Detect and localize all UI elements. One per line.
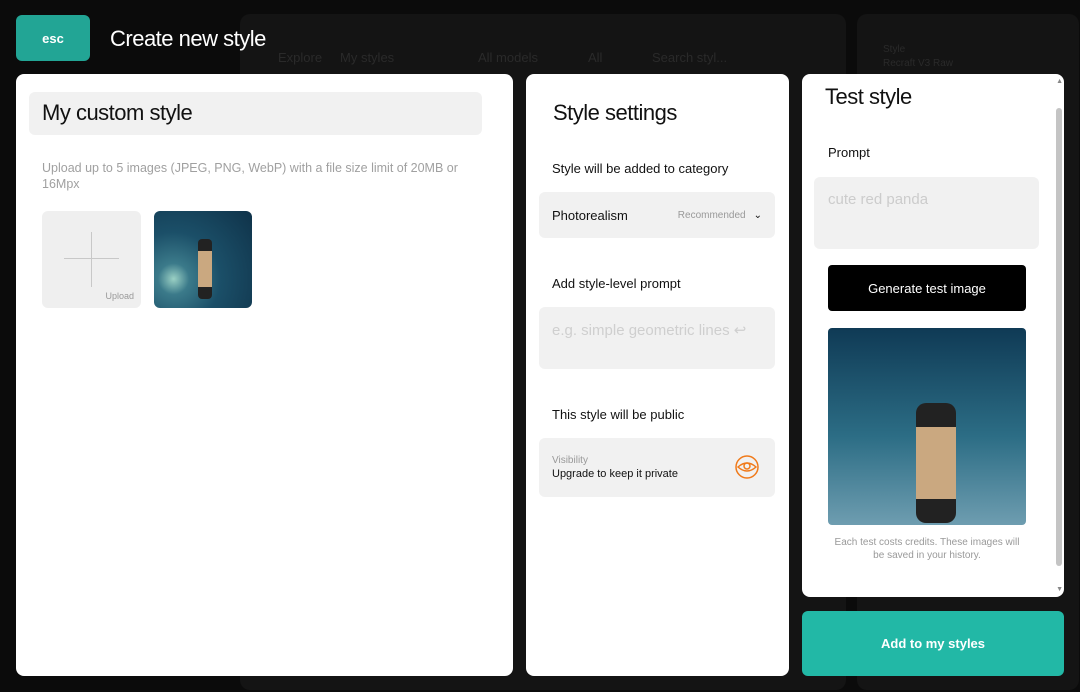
visibility-card[interactable]: Visibility Upgrade to keep it private: [539, 438, 775, 497]
chevron-down-icon: ⌄: [753, 209, 762, 221]
bg-tab-my-styles: My styles: [340, 50, 395, 65]
category-label: Style will be added to category: [552, 161, 729, 176]
enter-icon: ↩: [733, 322, 747, 339]
bg-search: Search styl...: [652, 50, 728, 65]
test-style-panel: Test style Prompt cute red panda Generat…: [802, 74, 1064, 597]
upload-button[interactable]: Upload: [42, 211, 141, 308]
generate-test-image-button[interactable]: Generate test image: [828, 265, 1026, 311]
prompt-label: Add style-level prompt: [552, 276, 681, 291]
upload-hint: Upload up to 5 images (JPEG, PNG, WebP) …: [42, 161, 458, 191]
bg-filter-models: All models: [478, 50, 538, 65]
style-name-input[interactable]: My custom style: [29, 92, 482, 135]
uploaded-image-thumbnail[interactable]: [154, 211, 252, 308]
test-prompt-input[interactable]: cute red panda: [814, 177, 1039, 249]
eye-icon[interactable]: [735, 455, 759, 479]
bg-style-name: Recraft V3 Raw: [883, 58, 954, 69]
bg-tab-explore: Explore: [278, 50, 323, 65]
category-select[interactable]: Photorealism Recommended ⌄: [539, 192, 775, 238]
visibility-label: Visibility: [552, 455, 588, 466]
bg-style-label: Style: [883, 44, 906, 55]
scroll-down-icon[interactable]: ▼: [1056, 586, 1063, 593]
prompt-placeholder: e.g. simple geometric lines: [552, 322, 730, 339]
visibility-text: Upgrade to keep it private: [552, 468, 678, 480]
test-prompt-label: Prompt: [828, 145, 870, 160]
page-title: Create new style: [110, 26, 266, 51]
style-prompt-input[interactable]: e.g. simple geometric lines ↩: [539, 307, 775, 369]
category-value: Photorealism: [552, 207, 628, 223]
scrollbar[interactable]: [1056, 108, 1062, 566]
test-title: Test style: [825, 84, 912, 109]
credits-note: Each test costs credits. These images wi…: [834, 537, 1020, 561]
public-label: This style will be public: [552, 407, 685, 422]
upload-label: Upload: [105, 291, 134, 301]
esc-button[interactable]: esc: [16, 15, 90, 61]
test-result-image: [828, 328, 1026, 525]
upload-panel: My custom style Upload up to 5 images (J…: [16, 74, 513, 676]
add-to-my-styles-button[interactable]: Add to my styles: [802, 611, 1064, 676]
settings-title: Style settings: [553, 100, 677, 125]
recommended-badge: Recommended: [677, 209, 746, 221]
scroll-up-icon[interactable]: ▲: [1056, 78, 1063, 85]
style-settings-panel: Style settings Style will be added to ca…: [526, 74, 789, 676]
bg-filter-all: All: [588, 50, 603, 65]
